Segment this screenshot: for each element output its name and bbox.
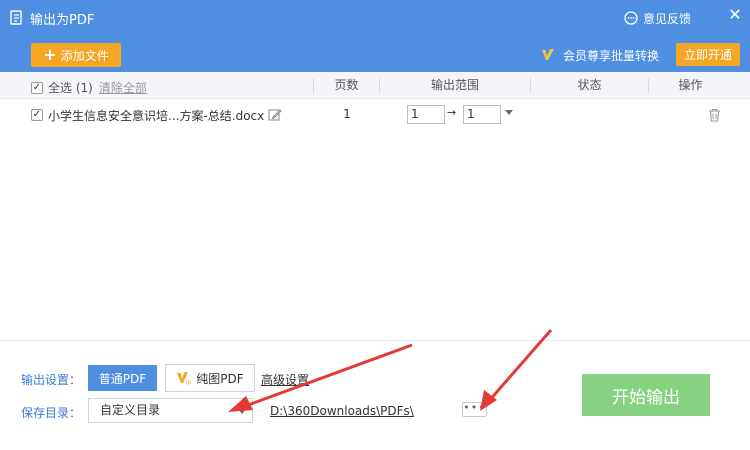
table-row: ✓ 小学生信息安全意识培...方案-总结.docx 1 1 → 1 bbox=[0, 100, 750, 130]
app-icon bbox=[10, 10, 24, 26]
output-path-link[interactable]: D:\360Downloads\PDFs\ bbox=[270, 404, 414, 418]
clear-all-link[interactable]: 清除全部 bbox=[99, 79, 147, 96]
column-header-actions: 操作 bbox=[678, 78, 703, 92]
feedback-icon bbox=[624, 11, 638, 25]
chevron-down-icon bbox=[238, 409, 246, 414]
browse-more-button[interactable]: ••• bbox=[462, 402, 487, 417]
window-title: 输出为PDF bbox=[30, 12, 95, 28]
select-all[interactable]: ✓ 全选 (1) 清除全部 bbox=[31, 79, 147, 96]
vip-promo: 会员尊享批量转换 bbox=[541, 44, 659, 66]
normal-pdf-button[interactable]: 普通PDF bbox=[88, 365, 157, 391]
column-header-status: 状态 bbox=[577, 78, 602, 92]
svg-text:ip: ip bbox=[186, 379, 192, 385]
start-output-button[interactable]: 开始输出 bbox=[582, 374, 710, 416]
vip-promo-text: 会员尊享批量转换 bbox=[563, 48, 660, 63]
column-header-range: 输出范围 bbox=[430, 78, 479, 92]
window-title-row: 输出为PDF bbox=[10, 8, 94, 28]
plus-icon: + bbox=[43, 45, 57, 64]
trash-icon[interactable] bbox=[708, 108, 721, 122]
edit-icon[interactable] bbox=[268, 108, 282, 122]
title-bar: 输出为PDF 意见反馈 ✕ + 添加文件 会员尊享批量转换 立即开通 bbox=[0, 0, 750, 72]
feedback-label: 意见反馈 bbox=[643, 11, 692, 26]
range-arrow-icon: → bbox=[447, 106, 457, 119]
open-vip-button[interactable]: 立即开通 bbox=[676, 43, 740, 66]
file-name: 小学生信息安全意识培...方案-总结.docx bbox=[48, 109, 265, 123]
image-pdf-button[interactable]: ip 纯图PDF bbox=[165, 364, 255, 392]
add-file-button[interactable]: + 添加文件 bbox=[31, 43, 121, 67]
column-header-pages: 页数 bbox=[334, 78, 359, 92]
range-from-input[interactable]: 1 bbox=[407, 105, 445, 124]
directory-select[interactable]: 自定义目录 bbox=[88, 398, 253, 423]
select-all-checkbox[interactable]: ✓ bbox=[31, 81, 43, 94]
table-header: ✓ 全选 (1) 清除全部 页数 输出范围 状态 操作 bbox=[0, 72, 750, 99]
output-settings-label: 输出设置： bbox=[21, 373, 82, 387]
dropdown-icon[interactable] bbox=[505, 110, 513, 115]
feedback-link[interactable]: 意见反馈 bbox=[624, 8, 691, 28]
vip-icon: ip bbox=[176, 371, 192, 386]
row-checkbox[interactable]: ✓ bbox=[31, 109, 43, 121]
close-icon[interactable]: ✕ bbox=[725, 5, 745, 25]
save-directory-label: 保存目录： bbox=[21, 406, 82, 420]
divider bbox=[0, 340, 750, 341]
add-file-label: 添加文件 bbox=[60, 48, 109, 63]
image-pdf-label: 纯图PDF bbox=[196, 371, 244, 386]
vip-icon bbox=[541, 48, 555, 62]
select-all-label: 全选 (1) bbox=[48, 81, 93, 95]
file-list bbox=[0, 99, 750, 340]
advanced-settings-link[interactable]: 高级设置 bbox=[261, 371, 309, 388]
directory-select-value: 自定义目录 bbox=[100, 403, 161, 417]
page-count: 1 bbox=[343, 107, 351, 121]
range-to-input[interactable]: 1 bbox=[463, 105, 501, 124]
